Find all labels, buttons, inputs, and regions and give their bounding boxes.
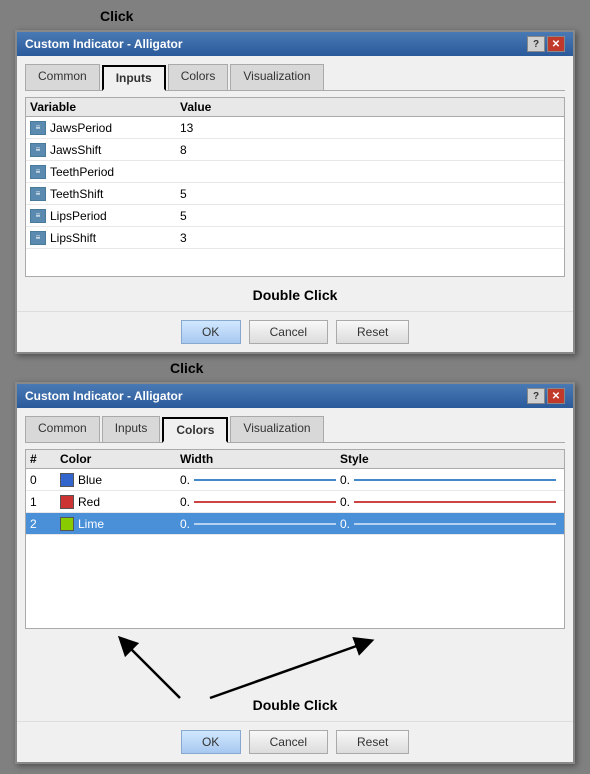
var-name: TeethPeriod <box>50 165 180 179</box>
dialog2-table: # Color Width Style 0 Blue 0. <box>25 449 565 629</box>
row-color-name: Blue <box>60 473 180 487</box>
var-name: LipsShift <box>50 231 180 245</box>
row-num: 1 <box>30 495 60 509</box>
click-annotation-1: Click <box>100 8 133 24</box>
row-num: 2 <box>30 517 60 531</box>
row-icon: ≡ <box>30 187 46 201</box>
row-num: 0 <box>30 473 60 487</box>
dialog1-titlebar: Custom Indicator - Alligator ? ✕ <box>17 32 573 56</box>
click-annotation-2: Click <box>170 360 203 376</box>
var-value: 13 <box>180 121 560 135</box>
style-line <box>354 523 556 525</box>
reset-button-2[interactable]: Reset <box>336 730 409 754</box>
cancel-button-1[interactable]: Cancel <box>249 320 328 344</box>
dblclick-area: Double Click <box>25 633 565 713</box>
header-color: Color <box>60 452 180 466</box>
table-row[interactable]: ≡ LipsShift 3 <box>26 227 564 249</box>
color-row-lime[interactable]: 2 Lime 0. 0. <box>26 513 564 535</box>
tab-common-1[interactable]: Common <box>25 64 100 90</box>
dialog1-content: Common Inputs Colors Visualization Varia… <box>17 56 573 311</box>
row-width: 0. <box>180 473 340 487</box>
help-button-2[interactable]: ? <box>527 388 545 404</box>
width-line <box>194 523 336 525</box>
width-line <box>194 479 336 481</box>
style-line <box>354 479 556 481</box>
width-line <box>194 501 336 503</box>
dialog2-title: Custom Indicator - Alligator <box>25 389 183 403</box>
dialog2-footer: OK Cancel Reset <box>17 721 573 762</box>
header-width: Width <box>180 452 340 466</box>
header-value: Value <box>180 100 560 114</box>
row-icon: ≡ <box>30 165 46 179</box>
var-name: TeethShift <box>50 187 180 201</box>
close-button-1[interactable]: ✕ <box>547 36 565 52</box>
tab-inputs-2[interactable]: Inputs <box>102 416 161 442</box>
table1-header: Variable Value <box>26 98 564 117</box>
row-style: 0. <box>340 517 560 531</box>
dialog2-window: Custom Indicator - Alligator ? ✕ Common … <box>15 382 575 764</box>
dialog1: Click Custom Indicator - Alligator ? ✕ C… <box>15 30 575 354</box>
reset-button-1[interactable]: Reset <box>336 320 409 344</box>
cancel-button-2[interactable]: Cancel <box>249 730 328 754</box>
var-name: LipsPeriod <box>50 209 180 223</box>
dialog2-content: Common Inputs Colors Visualization # Col… <box>17 408 573 721</box>
table-row[interactable]: ≡ TeethShift 5 <box>26 183 564 205</box>
table-row[interactable]: ≡ TeethPeriod <box>26 161 564 183</box>
row-style: 0. <box>340 495 560 509</box>
ok-button-2[interactable]: OK <box>181 730 241 754</box>
dblclick-annotation-2: Double Click <box>253 697 338 713</box>
style-line <box>354 501 556 503</box>
lime-swatch <box>60 517 74 531</box>
tab-inputs-1[interactable]: Inputs <box>102 65 166 91</box>
table2-header: # Color Width Style <box>26 450 564 469</box>
color-row-blue[interactable]: 0 Blue 0. 0. <box>26 469 564 491</box>
var-value: 8 <box>180 143 560 157</box>
tab-common-2[interactable]: Common <box>25 416 100 442</box>
close-button-2[interactable]: ✕ <box>547 388 565 404</box>
var-value: 5 <box>180 187 560 201</box>
dialog1-footer: OK Cancel Reset <box>17 311 573 352</box>
blue-swatch <box>60 473 74 487</box>
row-style: 0. <box>340 473 560 487</box>
tab-colors-2[interactable]: Colors <box>162 417 228 443</box>
titlebar-buttons-1: ? ✕ <box>527 36 565 52</box>
color-row-red[interactable]: 1 Red 0. 0. <box>26 491 564 513</box>
table-row[interactable]: ≡ JawsPeriod 13 <box>26 117 564 139</box>
header-variable: Variable <box>30 100 180 114</box>
tab-visualization-1[interactable]: Visualization <box>230 64 323 90</box>
tab-visualization-2[interactable]: Visualization <box>230 416 323 442</box>
var-value: 5 <box>180 209 560 223</box>
header-hash: # <box>30 452 60 466</box>
dialog1-window: Custom Indicator - Alligator ? ✕ Common … <box>15 30 575 354</box>
row-color-name: Lime <box>60 517 180 531</box>
dialog2-titlebar: Custom Indicator - Alligator ? ✕ <box>17 384 573 408</box>
row-icon: ≡ <box>30 143 46 157</box>
dblclick-annotation-1: Double Click <box>25 287 565 303</box>
red-swatch <box>60 495 74 509</box>
dialog1-title: Custom Indicator - Alligator <box>25 37 183 51</box>
row-icon: ≡ <box>30 121 46 135</box>
var-name: JawsShift <box>50 143 180 157</box>
dialog2-tabs: Common Inputs Colors Visualization <box>25 416 565 443</box>
var-value: 3 <box>180 231 560 245</box>
dialog1-tabs: Common Inputs Colors Visualization <box>25 64 565 91</box>
help-button-1[interactable]: ? <box>527 36 545 52</box>
row-icon: ≡ <box>30 209 46 223</box>
var-name: JawsPeriod <box>50 121 180 135</box>
row-width: 0. <box>180 517 340 531</box>
table-row[interactable]: ≡ JawsShift 8 <box>26 139 564 161</box>
header-style: Style <box>340 452 560 466</box>
ok-button-1[interactable]: OK <box>181 320 241 344</box>
dialog1-table: Variable Value ≡ JawsPeriod 13 ≡ JawsShi… <box>25 97 565 277</box>
row-width: 0. <box>180 495 340 509</box>
row-icon: ≡ <box>30 231 46 245</box>
dialog2: Click Custom Indicator - Alligator ? ✕ C… <box>15 382 575 764</box>
row-color-name: Red <box>60 495 180 509</box>
table-row[interactable]: ≡ LipsPeriod 5 <box>26 205 564 227</box>
tab-colors-1[interactable]: Colors <box>168 64 229 90</box>
titlebar-buttons-2: ? ✕ <box>527 388 565 404</box>
